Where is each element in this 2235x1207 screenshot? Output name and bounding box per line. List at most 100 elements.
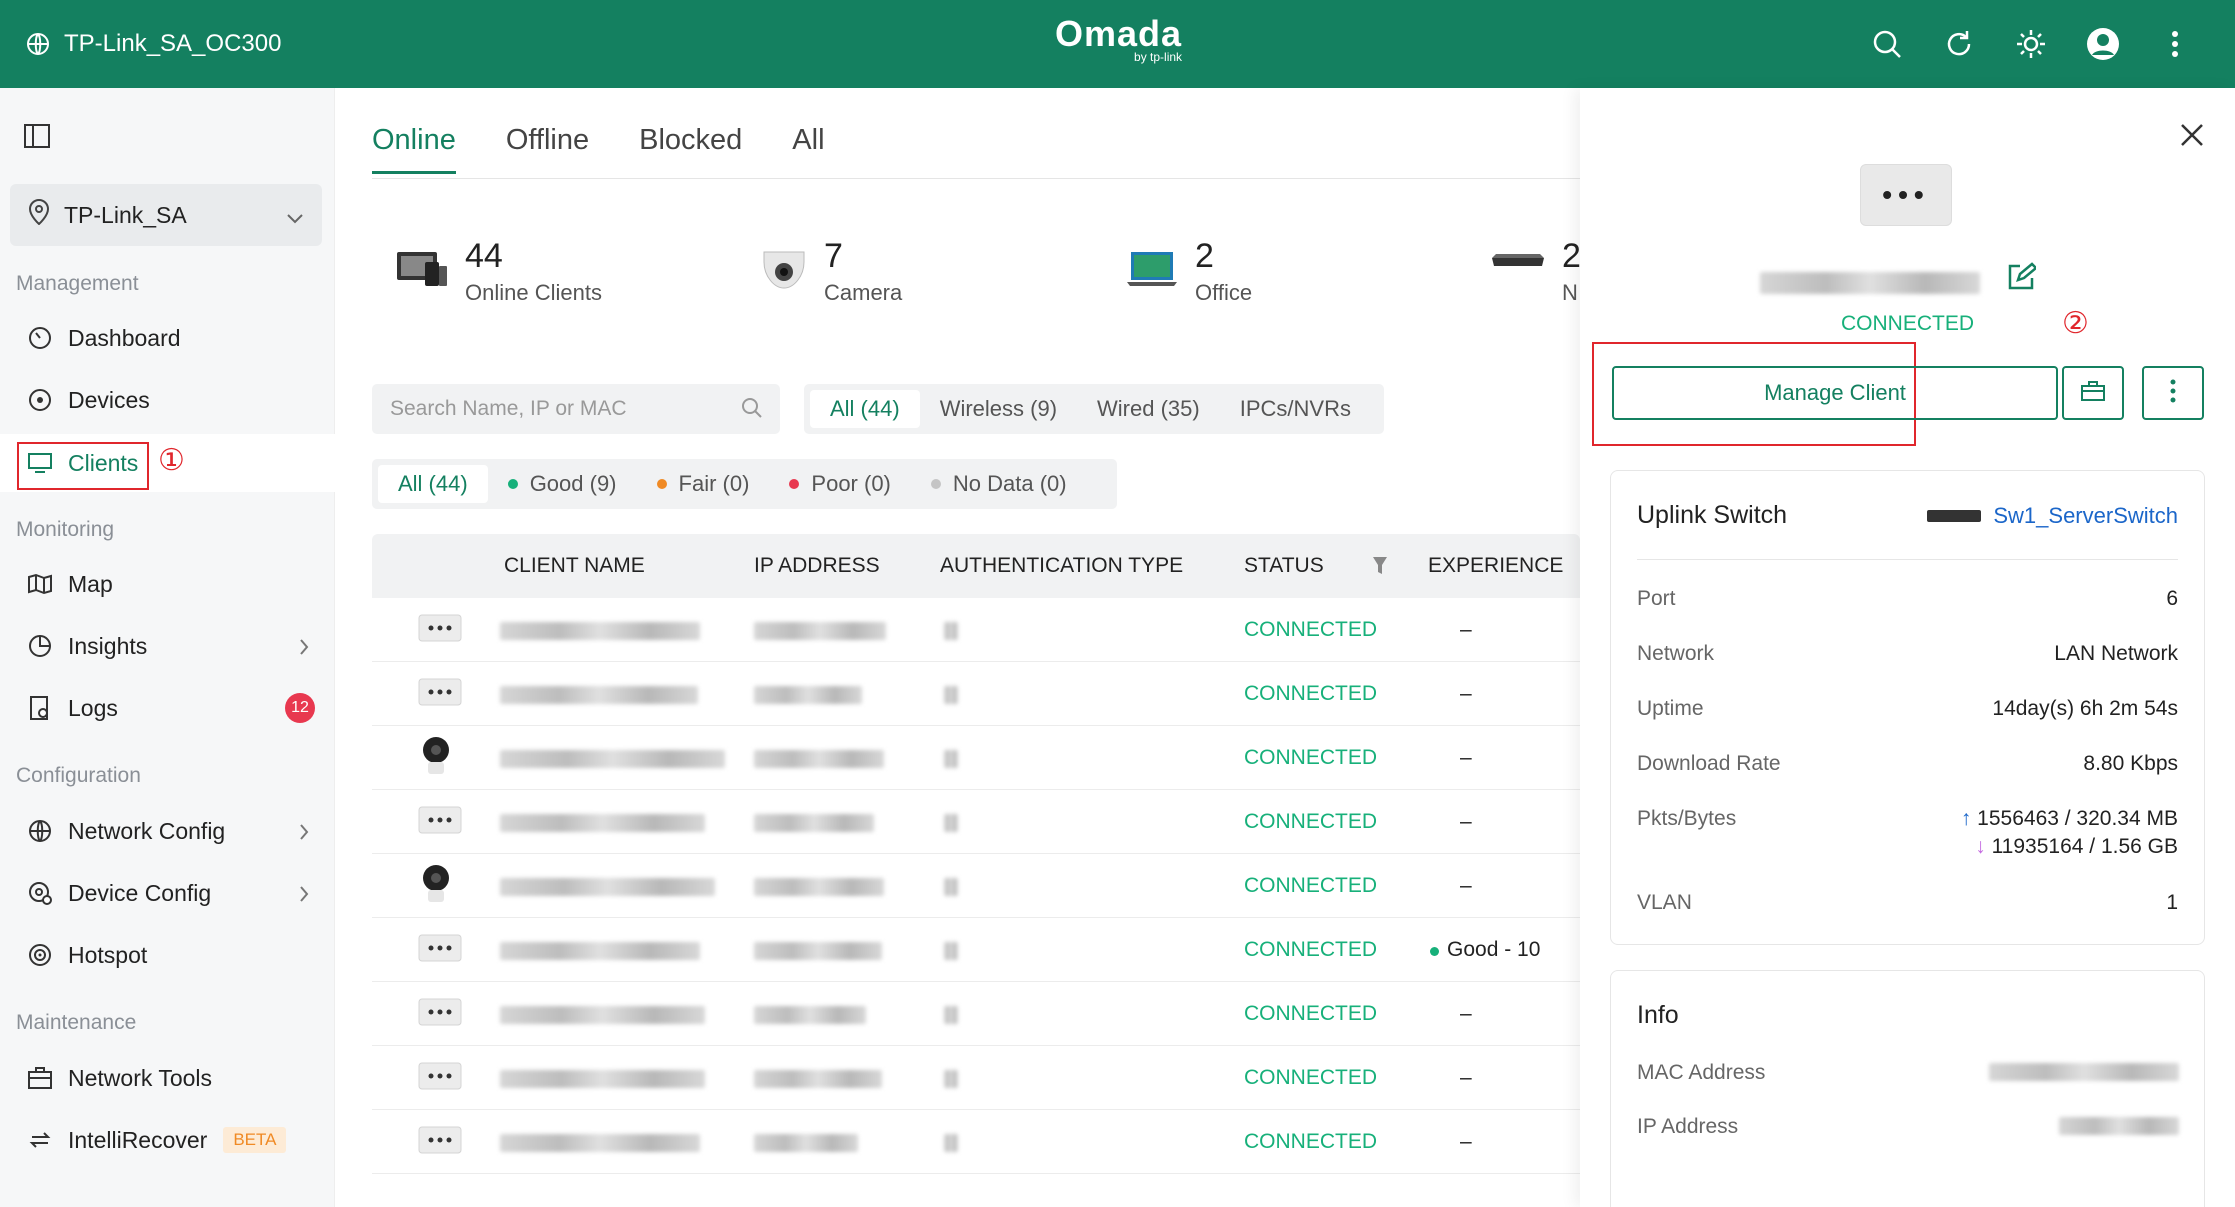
experience-cell: – (1460, 1130, 1472, 1153)
ip-address-redacted (2059, 1117, 2179, 1135)
mac-address-redacted (1989, 1063, 2179, 1081)
no-data-dot-icon (930, 479, 941, 489)
pkts-bytes-row: Pkts/Bytes ↑ 1556463 / 320.34 MB ↓ 11935… (1637, 807, 2178, 858)
sidebar-item-map[interactable]: Map (0, 555, 335, 613)
info-title: Info (1637, 1001, 1679, 1029)
status-cell: CONNECTED (1244, 618, 1378, 641)
search-icon[interactable] (1867, 24, 1907, 64)
clients-table: CLIENT NAME IP ADDRESS AUTHENTICATION TY… (372, 534, 1580, 1174)
status-cell: CONNECTED (1244, 1066, 1378, 1089)
client-status: CONNECTED (1840, 312, 1974, 335)
tab-offline[interactable]: Offline (506, 124, 589, 174)
client-name-redacted (500, 1070, 705, 1088)
filter-ipcs-nvrs[interactable]: IPCs/NVRs (1220, 390, 1371, 428)
site-selector[interactable]: TP-Link_SA (10, 184, 322, 246)
ip-address-redacted (754, 1006, 866, 1024)
sidebar-item-label: Insights (68, 632, 148, 659)
uplink-switch-card: Uplink Switch Sw1_ServerSwitch Port 6 Net… (1610, 470, 2205, 945)
section-configuration: Configuration (16, 764, 141, 787)
edit-name-icon[interactable] (2006, 262, 2038, 297)
table-body: CONNECTED – CONNECTED – CONNECTED – CONNECTED –… (372, 598, 1580, 1174)
section-maintenance: Maintenance (16, 1011, 137, 1034)
client-type-filter: All (44) Wireless (9) Wired (35) IPCs/NV… (804, 384, 1384, 434)
col-client-name[interactable]: CLIENT NAME (504, 554, 645, 578)
arrow-up-icon: ↑ (1960, 807, 1972, 830)
sidebar-item-device-config[interactable]: Device Config (0, 864, 335, 922)
sidebar-item-label: Network Tools (68, 1064, 213, 1091)
status-cell: CONNECTED (1244, 810, 1378, 833)
client-name-redacted (500, 1006, 705, 1024)
sidebar-item-intellirecover[interactable]: IntelliRecover BETA (0, 1111, 335, 1169)
sidebar-item-logs[interactable]: Logs 12 (0, 679, 335, 737)
sidebar-item-network-config[interactable]: Network Config (0, 802, 335, 860)
ip-address-redacted (754, 750, 884, 768)
ip-address-redacted (754, 942, 882, 960)
filter-fair[interactable]: Fair (0) (637, 465, 770, 503)
table-row[interactable]: CONNECTED – (372, 1046, 1580, 1110)
table-row[interactable]: CONNECTED Good - 10 (372, 918, 1580, 982)
client-name-redacted (500, 814, 705, 832)
ip-address-redacted (754, 1134, 858, 1152)
pkts-up: ↑ 1556463 / 320.34 MB (1960, 807, 2178, 830)
chevron-right-icon (299, 882, 309, 909)
sidebar-item-network-tools[interactable]: Network Tools (0, 1049, 335, 1107)
auth-type-redacted (944, 686, 958, 704)
filter-poor[interactable]: Poor (0) (769, 465, 910, 503)
col-authentication-type[interactable]: AUTHENTICATION TYPE (940, 554, 1183, 578)
client-detail-panel: ••• CONNECTED ② Manage Client Uplink Swi… (1580, 88, 2235, 1207)
table-row[interactable]: CONNECTED – (372, 854, 1580, 918)
table-row[interactable]: CONNECTED – (372, 726, 1580, 790)
briefcase-button[interactable] (2062, 366, 2124, 420)
experience-filter: All (44) Good (9) Fair (0) Poor (0) No D… (372, 459, 1117, 509)
theme-sun-icon[interactable] (2011, 24, 2051, 64)
table-row[interactable]: CONNECTED – (372, 790, 1580, 854)
sidebar-item-hotspot[interactable]: Hotspot (0, 926, 335, 984)
filter-good[interactable]: Good (9) (488, 465, 637, 503)
uplink-switch-link[interactable]: Sw1_ServerSwitch (1927, 503, 2178, 529)
user-avatar-icon[interactable] (2083, 24, 2123, 64)
col-ip-address[interactable]: IP ADDRESS (754, 554, 880, 578)
poor-dot-icon (789, 479, 800, 489)
table-row[interactable]: CONNECTED – (372, 598, 1580, 662)
filter-wireless[interactable]: Wireless (9) (920, 390, 1077, 428)
col-status[interactable]: STATUS (1244, 554, 1324, 578)
filter-no-data[interactable]: No Data (0) (911, 465, 1087, 503)
refresh-icon[interactable] (1939, 24, 1979, 64)
table-row[interactable]: CONNECTED – (372, 662, 1580, 726)
more-menu-icon[interactable] (2155, 24, 2195, 64)
table-row[interactable]: CONNECTED – (372, 982, 1580, 1046)
sidebar-item-label: Device Config (68, 879, 212, 906)
generic-device-icon (418, 1062, 462, 1095)
tab-blocked[interactable]: Blocked (639, 124, 742, 174)
tab-online[interactable]: Online (372, 124, 456, 174)
more-options-button[interactable] (2142, 366, 2204, 420)
experience-cell: – (1460, 874, 1472, 897)
main-content: Online Offline Blocked All 44 Online Clie… (335, 88, 1581, 1207)
manage-client-button[interactable]: Manage Client (1612, 366, 2058, 420)
logs-count-badge: 12 (285, 693, 315, 723)
card-divider (1637, 559, 2178, 560)
sidebar-item-dashboard[interactable]: Dashboard (0, 309, 335, 367)
search-input[interactable]: Search Name, IP or MAC (372, 384, 780, 434)
client-device-icon: ••• (1860, 164, 1952, 226)
filter-wired[interactable]: Wired (35) (1077, 390, 1220, 428)
filter-funnel-icon[interactable] (1372, 556, 1388, 582)
auth-type-redacted (944, 1134, 958, 1152)
col-experience[interactable]: EXPERIENCE (1428, 554, 1563, 578)
sidebar-item-devices[interactable]: Devices (0, 371, 335, 429)
top-bar: TP-Link_SA_OC300 Omada by tp-link (0, 0, 2235, 88)
table-row[interactable]: CONNECTED – (372, 1110, 1580, 1174)
laptop-icon (1125, 248, 1179, 293)
tab-all[interactable]: All (792, 124, 824, 174)
ip-address-redacted (754, 878, 884, 896)
sidebar-toggle-icon[interactable] (24, 124, 50, 153)
experience-cell: – (1460, 618, 1472, 641)
filter-all-types[interactable]: All (44) (810, 390, 920, 428)
briefcase-icon (2080, 380, 2106, 407)
uptime-row: Uptime 14day(s) 6h 2m 54s (1637, 697, 2178, 720)
close-icon[interactable] (2179, 122, 2205, 153)
sidebar-item-insights[interactable]: Insights (0, 617, 335, 675)
uplink-title: Uplink Switch (1637, 501, 1788, 529)
filter-all-experience[interactable]: All (44) (378, 465, 488, 503)
chevron-right-icon (299, 635, 309, 662)
